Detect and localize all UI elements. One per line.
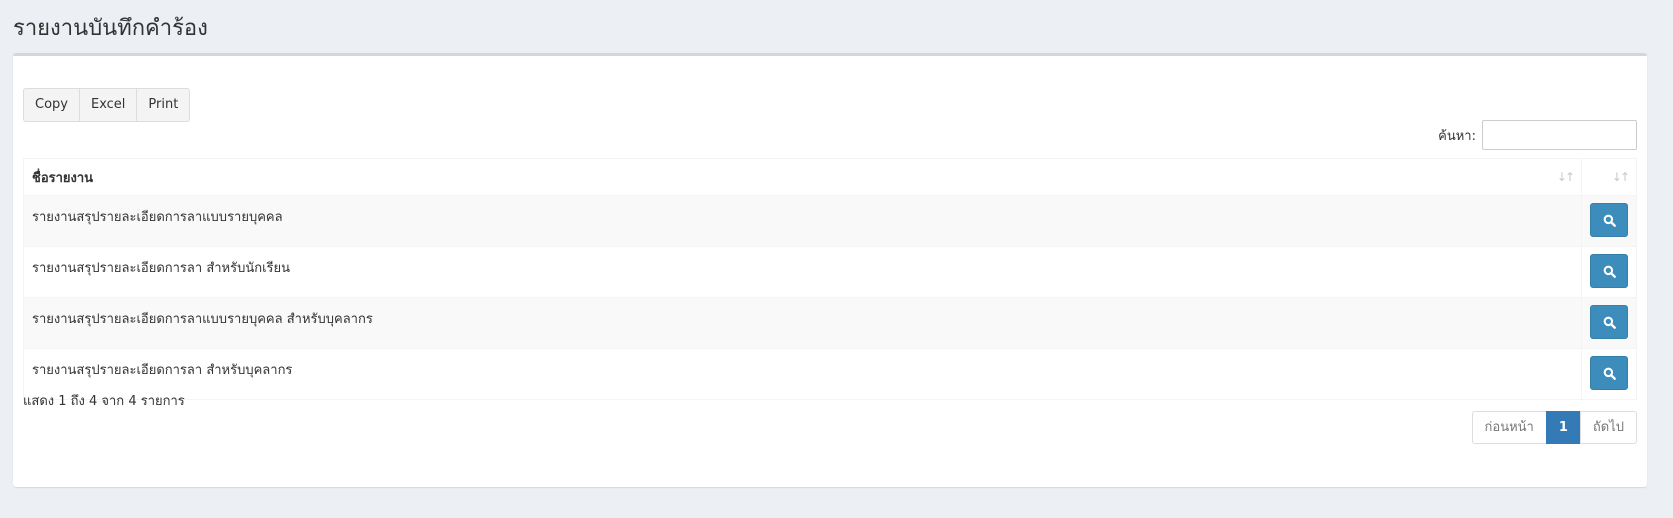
sort-both-icon: ↓↑ — [1611, 170, 1630, 184]
page-1-button[interactable]: 1 — [1545, 411, 1581, 444]
action-cell — [1581, 195, 1637, 247]
report-table: ชื่อรายงาน ↓↑ ↓↑ รายงานสรุปรายละเอียดการ… — [23, 158, 1637, 400]
search-icon — [1603, 214, 1616, 227]
search-filter: ค้นหา: — [1438, 120, 1637, 150]
table-row: รายงานสรุปรายละเอียดการลา สำหรับบุคลากร — [23, 348, 1637, 400]
action-cell — [1581, 348, 1637, 400]
view-report-button[interactable] — [1590, 305, 1628, 339]
excel-button[interactable]: Excel — [78, 88, 138, 122]
report-box: Copy Excel Print ค้นหา: ชื่อรายงาน ↓↑ ↓↑… — [13, 53, 1647, 487]
page-title: รายงานบันทึกคำร้อง — [13, 16, 208, 41]
previous-page-button[interactable]: ก่อนหน้า — [1471, 411, 1547, 444]
view-report-button[interactable] — [1590, 203, 1628, 237]
print-button[interactable]: Print — [136, 88, 191, 122]
export-button-group: Copy Excel Print — [23, 88, 191, 122]
pagination: ก่อนหน้า 1 ถัดไป — [1471, 411, 1637, 444]
view-report-button[interactable] — [1590, 356, 1628, 390]
report-name-cell: รายงานสรุปรายละเอียดการลาแบบรายบุคคล สำห… — [23, 297, 1582, 349]
column-header-report-name[interactable]: ชื่อรายงาน ↓↑ — [23, 158, 1582, 196]
search-icon — [1603, 367, 1616, 380]
view-report-button[interactable] — [1590, 254, 1628, 288]
column-header-action[interactable]: ↓↑ — [1581, 158, 1637, 196]
table-row: รายงานสรุปรายละเอียดการลาแบบรายบุคคล สำห… — [23, 297, 1637, 349]
table-header-row: ชื่อรายงาน ↓↑ ↓↑ — [23, 158, 1637, 196]
next-page-button[interactable]: ถัดไป — [1579, 411, 1637, 444]
sort-both-icon: ↓↑ — [1556, 170, 1575, 184]
action-cell — [1581, 246, 1637, 298]
report-name-cell: รายงานสรุปรายละเอียดการลา สำหรับบุคลากร — [23, 348, 1582, 400]
search-icon — [1603, 265, 1616, 278]
search-label: ค้นหา: — [1438, 128, 1476, 144]
report-name-cell: รายงานสรุปรายละเอียดการลาแบบรายบุคคล — [23, 195, 1582, 247]
search-input[interactable] — [1482, 120, 1637, 150]
copy-button[interactable]: Copy — [23, 88, 80, 122]
table-row: รายงานสรุปรายละเอียดการลา สำหรับนักเรียน — [23, 246, 1637, 298]
report-name-cell: รายงานสรุปรายละเอียดการลา สำหรับนักเรียน — [23, 246, 1582, 298]
search-icon — [1603, 316, 1616, 329]
table-info-text: แสดง 1 ถึง 4 จาก 4 รายการ — [23, 394, 185, 409]
table-row: รายงานสรุปรายละเอียดการลาแบบรายบุคคล — [23, 195, 1637, 247]
action-cell — [1581, 297, 1637, 349]
column-header-label: ชื่อรายงาน — [32, 170, 94, 186]
